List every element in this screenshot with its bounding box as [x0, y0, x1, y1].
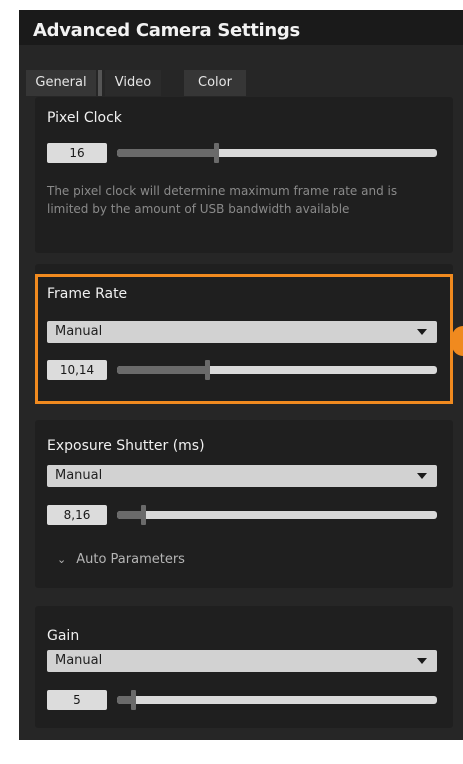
frame-rate-highlight [35, 274, 453, 404]
gain-slider[interactable] [117, 690, 437, 710]
pixel-clock-card: Pixel Clock 16 The pixel clock will dete… [35, 97, 453, 253]
pixel-clock-help-text: The pixel clock will determine maximum f… [47, 184, 398, 216]
tab-color[interactable]: Color [184, 70, 246, 96]
gain-mode-dropdown[interactable]: Manual [47, 650, 437, 672]
exposure-value-field[interactable]: 8,16 [47, 505, 107, 525]
exposure-title: Exposure Shutter (ms) [47, 438, 205, 454]
exposure-slider[interactable] [117, 505, 437, 525]
pixel-clock-slider-thumb[interactable] [214, 143, 219, 163]
pixel-clock-slider[interactable] [117, 143, 437, 163]
gain-value-field[interactable]: 5 [47, 690, 107, 710]
chevron-down-icon: ⌄ [57, 553, 67, 566]
auto-parameters-label: Auto Parameters [76, 552, 185, 567]
highlight-marker [452, 326, 463, 356]
pixel-clock-value-field[interactable]: 16 [47, 143, 107, 163]
exposure-slider-fill [117, 511, 143, 519]
chevron-down-icon [417, 658, 427, 664]
gain-card: Gain Manual 5 [35, 606, 453, 728]
gain-slider-thumb[interactable] [131, 690, 136, 710]
title-bar: Advanced Camera Settings [19, 10, 463, 45]
tab-separator [98, 70, 102, 96]
pixel-clock-slider-fill [117, 149, 216, 157]
exposure-mode-dropdown[interactable]: Manual [47, 465, 437, 487]
tab-video[interactable]: Video [105, 70, 161, 96]
window-title: Advanced Camera Settings [33, 20, 300, 41]
chevron-down-icon [417, 473, 427, 479]
exposure-slider-thumb[interactable] [141, 505, 146, 525]
exposure-card: Exposure Shutter (ms) Manual 8,16 ⌄ Auto … [35, 420, 453, 588]
exposure-mode-value: Manual [55, 468, 103, 483]
auto-parameters-toggle[interactable]: ⌄ Auto Parameters [57, 552, 185, 567]
pixel-clock-title: Pixel Clock [47, 110, 122, 126]
gain-mode-value: Manual [55, 653, 103, 668]
tab-bar: General Video Color [19, 45, 463, 97]
gain-title: Gain [47, 628, 80, 644]
tab-general[interactable]: General [26, 70, 96, 96]
